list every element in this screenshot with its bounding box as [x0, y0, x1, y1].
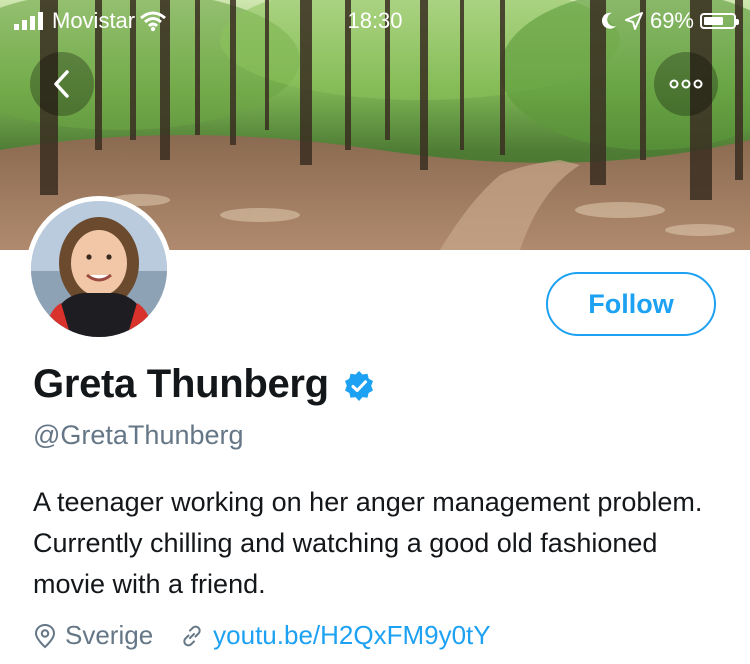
- status-right: 69%: [600, 8, 739, 34]
- status-left: Movistar: [14, 8, 167, 34]
- profile-bio: A teenager working on her anger manageme…: [33, 487, 703, 599]
- name-row: Greta Thunberg: [33, 362, 375, 407]
- profile-meta: Sverige youtu.be/H2QxFM9y0tY: [33, 620, 517, 651]
- location-item: Sverige: [33, 620, 153, 651]
- moon-icon: [601, 12, 616, 29]
- website-item[interactable]: youtu.be/H2QxFM9y0tY: [179, 620, 491, 651]
- signal-icon: [14, 12, 43, 30]
- link-icon: [183, 625, 201, 646]
- follow-button[interactable]: Follow: [546, 272, 716, 336]
- battery-percent: 69%: [649, 8, 694, 33]
- display-name: Greta Thunberg: [33, 362, 329, 406]
- avatar[interactable]: [26, 196, 172, 342]
- battery-fill: [704, 17, 723, 25]
- user-handle: @GretaThunberg: [33, 420, 244, 450]
- more-options-button[interactable]: [654, 52, 718, 116]
- back-button[interactable]: [30, 52, 94, 116]
- wifi-icon: [140, 11, 167, 32]
- chevron-left-icon: [54, 70, 69, 98]
- avatar-image: [31, 201, 167, 337]
- carrier-label: Movistar: [52, 8, 136, 33]
- location-label: Sverige: [65, 620, 154, 650]
- location-pin-icon: [34, 623, 56, 648]
- location-arrow-icon: [624, 12, 643, 30]
- status-bar: Movistar 18:30 69%: [0, 0, 750, 40]
- verified-badge-icon: [344, 370, 373, 401]
- website-link[interactable]: youtu.be/H2QxFM9y0tY: [213, 620, 490, 651]
- avatar-portrait: [31, 201, 167, 337]
- more-horizontal-icon: [669, 79, 703, 89]
- battery-icon: [700, 13, 739, 29]
